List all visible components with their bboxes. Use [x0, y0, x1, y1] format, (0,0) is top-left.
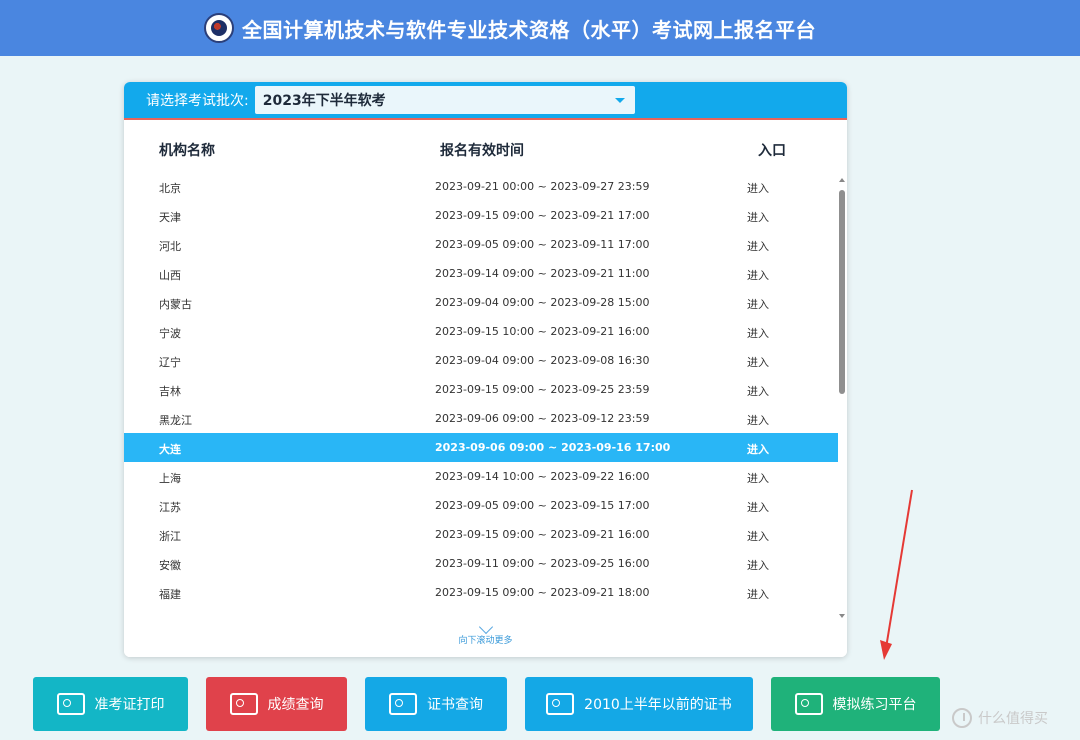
scrollbar-thumb[interactable] [839, 190, 845, 394]
org-name-cell: 宁波 [159, 327, 181, 340]
org-name-cell: 吉林 [159, 385, 181, 398]
page-title: 全国计算机技术与软件专业技术资格（水平）考试网上报名平台 [242, 17, 816, 42]
enter-link[interactable]: 进入 [747, 383, 769, 399]
watermark: 什么值得买 [952, 706, 1048, 730]
red-arrow-annotation [880, 489, 913, 660]
column-header-entry: 入口 [758, 143, 786, 159]
registration-time-cell: 2023-09-04 09:00 ~ 2023-09-28 15:00 [435, 296, 650, 309]
table-row[interactable]: 内蒙古 2023-09-04 09:00 ~ 2023-09-28 15:00 进入 [124, 288, 838, 317]
admission-ticket-print-button[interactable]: 准考证打印 [33, 677, 188, 731]
org-name-cell: 浙江 [159, 530, 181, 543]
org-list[interactable]: 北京 2023-09-21 00:00 ~ 2023-09-27 23:59 进入天… [124, 172, 838, 620]
scroll-up-icon[interactable] [839, 178, 845, 182]
admission-ticket-print-label: 准考证打印 [94, 697, 165, 713]
table-row[interactable]: 天津 2023-09-15 09:00 ~ 2023-09-21 17:00 进入 [124, 201, 838, 230]
enter-link[interactable]: 进入 [747, 528, 769, 544]
enter-link[interactable]: 进入 [747, 209, 769, 225]
batch-bar: 请选择考试批次: 2023年下半年软考 [124, 82, 847, 120]
org-name-cell: 河北 [159, 240, 181, 253]
pre-2010-certificate-button[interactable]: 2010上半年以前的证书 [525, 677, 753, 731]
registration-time-cell: 2023-09-15 09:00 ~ 2023-09-21 16:00 [435, 528, 650, 541]
certificate-search-icon [389, 693, 417, 715]
id-card-icon [56, 693, 85, 715]
enter-link[interactable]: 进入 [747, 180, 769, 196]
enter-link[interactable]: 进入 [747, 441, 769, 457]
enter-link[interactable]: 进入 [747, 499, 769, 515]
enter-link[interactable]: 进入 [747, 354, 769, 370]
table-row[interactable]: 河北 2023-09-05 09:00 ~ 2023-09-11 17:00 进入 [124, 230, 838, 259]
table-row[interactable]: 辽宁 2023-09-04 09:00 ~ 2023-09-08 16:30 进入 [124, 346, 838, 375]
table-row[interactable]: 黑龙江 2023-09-06 09:00 ~ 2023-09-12 23:59 进入 [124, 404, 838, 433]
table-row[interactable]: 上海 2023-09-14 10:00 ~ 2023-09-22 16:00 进入 [124, 462, 838, 491]
registration-time-cell: 2023-09-04 09:00 ~ 2023-09-08 16:30 [435, 354, 650, 367]
enter-link[interactable]: 进入 [747, 470, 769, 486]
pre-2010-certificate-label: 2010上半年以前的证书 [584, 697, 732, 713]
certificate-query-button[interactable]: 证书查询 [365, 677, 507, 731]
registration-time-cell: 2023-09-14 09:00 ~ 2023-09-21 11:00 [435, 267, 650, 280]
watermark-text: 什么值得买 [978, 711, 1048, 727]
table-row[interactable]: 安徽 2023-09-11 09:00 ~ 2023-09-25 16:00 进入 [124, 549, 838, 578]
exam-logo-icon [204, 13, 234, 43]
registration-time-cell: 2023-09-06 09:00 ~ 2023-09-16 17:00 [435, 441, 671, 454]
table-row[interactable]: 江苏 2023-09-05 09:00 ~ 2023-09-15 17:00 进入 [124, 491, 838, 520]
smzdm-logo-icon [952, 708, 972, 728]
registration-time-cell: 2023-09-11 09:00 ~ 2023-09-25 16:00 [435, 557, 650, 570]
batch-label: 请选择考试批次: [146, 93, 249, 109]
score-query-button[interactable]: 成绩查询 [206, 677, 347, 731]
action-bar: 准考证打印 成绩查询 证书查询 2010上半年以前的证书 模拟练习平台 [0, 662, 1080, 740]
enter-link[interactable]: 进入 [747, 296, 769, 312]
registration-time-cell: 2023-09-15 09:00 ~ 2023-09-25 23:59 [435, 383, 650, 396]
column-header-time: 报名有效时间 [440, 143, 524, 159]
batch-select[interactable]: 2023年下半年软考 [254, 86, 635, 114]
registration-time-cell: 2023-09-15 09:00 ~ 2023-09-21 17:00 [435, 209, 650, 222]
org-name-cell: 辽宁 [159, 356, 181, 369]
enter-link[interactable]: 进入 [747, 412, 769, 428]
chevron-down-icon [478, 619, 493, 635]
org-name-cell: 江苏 [159, 501, 181, 514]
table-row[interactable]: 吉林 2023-09-15 09:00 ~ 2023-09-25 23:59 进入 [124, 375, 838, 404]
org-name-cell: 大连 [159, 443, 181, 456]
top-header: 全国计算机技术与软件专业技术资格（水平）考试网上报名平台 [0, 0, 1080, 56]
column-header-org: 机构名称 [159, 143, 215, 159]
registration-time-cell: 2023-09-15 09:00 ~ 2023-09-21 18:00 [435, 586, 650, 599]
registration-time-cell: 2023-09-21 00:00 ~ 2023-09-27 23:59 [435, 180, 650, 193]
document-search-icon [229, 693, 258, 715]
org-name-cell: 北京 [159, 182, 181, 195]
batch-select-value: 2023年下半年软考 [262, 93, 386, 109]
registration-time-cell: 2023-09-14 10:00 ~ 2023-09-22 16:00 [435, 470, 650, 483]
scroll-down-icon[interactable] [839, 614, 845, 618]
registration-time-cell: 2023-09-15 10:00 ~ 2023-09-21 16:00 [435, 325, 650, 338]
enter-link[interactable]: 进入 [747, 557, 769, 573]
table-row[interactable]: 大连 2023-09-06 09:00 ~ 2023-09-16 17:00 进入 [124, 433, 838, 462]
registration-time-cell: 2023-09-06 09:00 ~ 2023-09-12 23:59 [435, 412, 650, 425]
org-name-cell: 黑龙江 [159, 414, 192, 427]
registration-time-cell: 2023-09-05 09:00 ~ 2023-09-11 17:00 [435, 238, 650, 251]
certificate-query-label: 证书查询 [427, 697, 483, 713]
org-name-cell: 内蒙古 [159, 298, 192, 311]
enter-link[interactable]: 进入 [747, 325, 769, 341]
table-row[interactable]: 浙江 2023-09-15 09:00 ~ 2023-09-21 16:00 进入 [124, 520, 838, 549]
org-name-cell: 山西 [159, 269, 181, 282]
scrollbar[interactable] [838, 178, 847, 618]
org-name-cell: 天津 [159, 211, 181, 224]
org-name-cell: 上海 [159, 472, 181, 485]
practice-platform-label: 模拟练习平台 [832, 697, 917, 713]
edit-document-icon [794, 693, 823, 715]
registration-panel: 请选择考试批次: 2023年下半年软考 机构名称 报名有效时间 入口 北京 202… [124, 82, 847, 657]
registration-time-cell: 2023-09-05 09:00 ~ 2023-09-15 17:00 [435, 499, 650, 512]
certificate-search-icon [546, 693, 575, 715]
org-name-cell: 安徽 [159, 559, 181, 572]
table-row[interactable]: 宁波 2023-09-15 10:00 ~ 2023-09-21 16:00 进入 [124, 317, 838, 346]
table-row[interactable]: 北京 2023-09-21 00:00 ~ 2023-09-27 23:59 进入 [124, 172, 838, 201]
chevron-down-icon [614, 97, 625, 103]
scroll-more-hint[interactable]: 向下滚动更多 [124, 619, 847, 657]
table-header: 机构名称 报名有效时间 入口 [124, 140, 838, 162]
enter-link[interactable]: 进入 [747, 238, 769, 254]
table-row[interactable]: 山西 2023-09-14 09:00 ~ 2023-09-21 11:00 进入 [124, 259, 838, 288]
practice-platform-button[interactable]: 模拟练习平台 [771, 677, 940, 731]
enter-link[interactable]: 进入 [747, 267, 769, 283]
scroll-more-text: 向下滚动更多 [458, 636, 513, 646]
score-query-label: 成绩查询 [267, 697, 324, 713]
list-fade [124, 600, 838, 620]
